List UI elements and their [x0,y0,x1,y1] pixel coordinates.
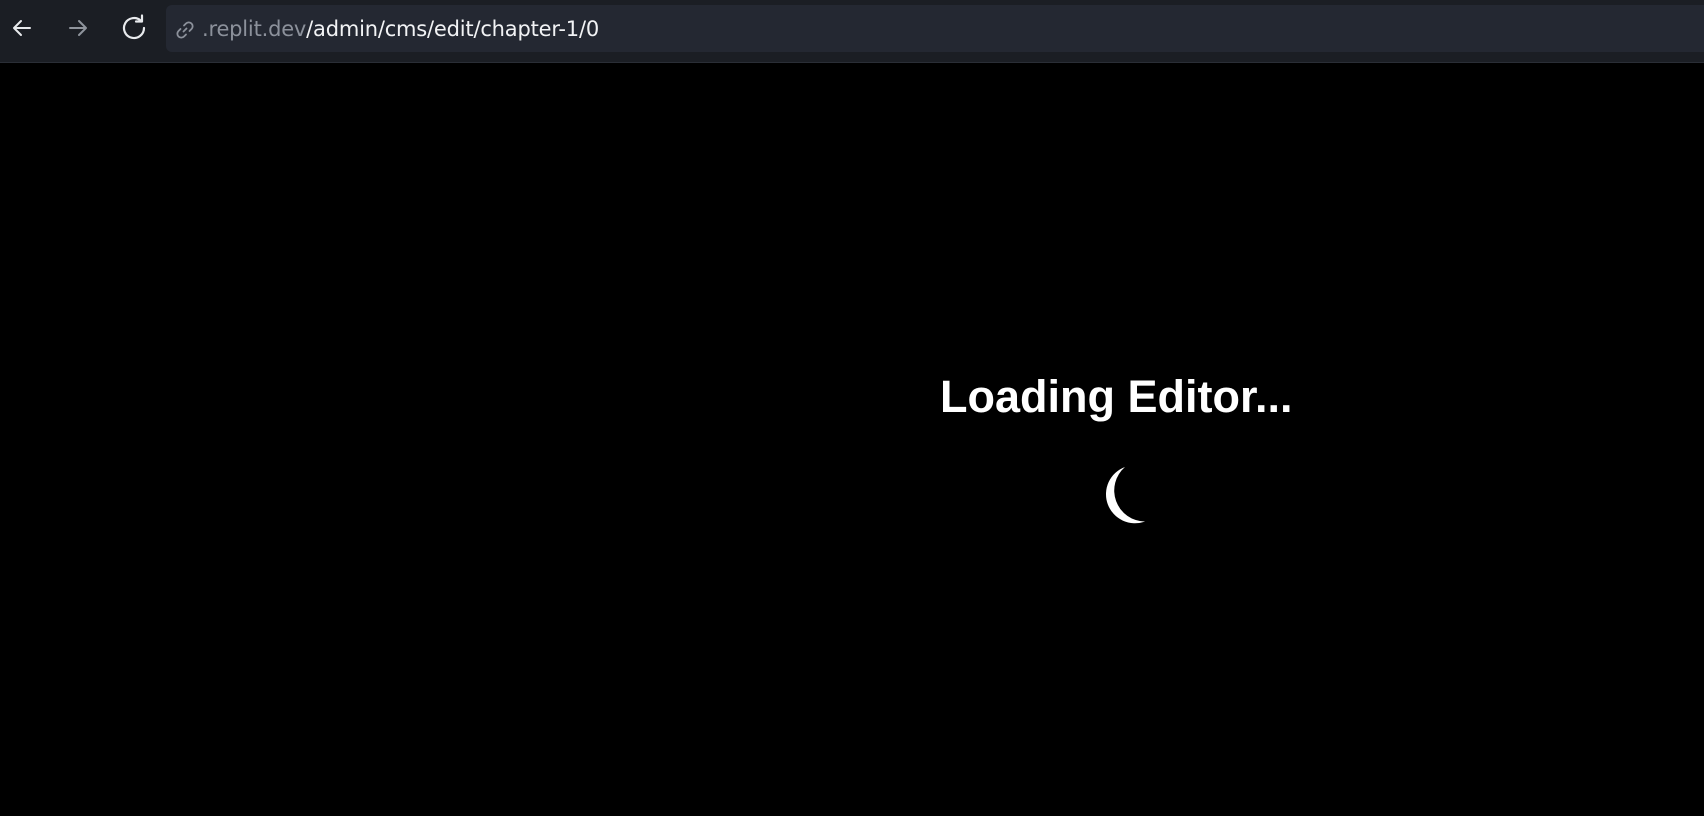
url-host: .replit.dev [202,17,307,41]
back-button[interactable] [4,10,40,46]
reload-icon [122,14,146,40]
forward-button[interactable] [60,10,96,46]
loading-spinner-icon [1105,467,1145,524]
browser-toolbar: .replit.dev/admin/cms/edit/chapter-1/0 [0,0,1704,63]
arrow-right-icon [69,20,87,36]
link-icon [176,21,194,39]
page-content [0,63,1704,816]
url-text[interactable]: .replit.dev/admin/cms/edit/chapter-1/0 [202,15,599,43]
loading-title: Loading Editor... [940,371,1293,422]
reload-button[interactable] [116,10,152,46]
url-path: /admin/cms/edit/chapter-1/0 [306,17,599,41]
address-bar[interactable]: .replit.dev/admin/cms/edit/chapter-1/0 [166,5,1704,52]
arrow-left-icon [13,20,31,36]
